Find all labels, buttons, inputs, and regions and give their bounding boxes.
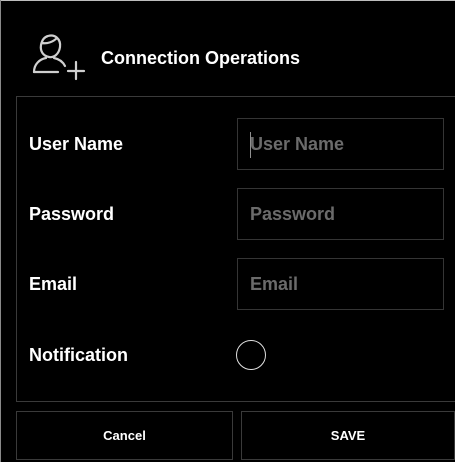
password-label: Password (29, 204, 115, 224)
username-label: User Name (29, 134, 124, 154)
text-cursor (250, 132, 251, 158)
connection-operations-dialog: Connection Operations User Name Password… (0, 0, 455, 462)
user-add-icon (32, 34, 86, 81)
email-label: Email (29, 274, 78, 294)
dialog-header: Connection Operations (0, 0, 455, 96)
cancel-button[interactable]: Cancel (16, 411, 233, 460)
save-button[interactable]: SAVE (241, 411, 455, 460)
password-input[interactable] (237, 188, 444, 240)
notification-label: Notification (29, 345, 128, 365)
dialog-title: Connection Operations (101, 48, 301, 68)
username-input[interactable] (237, 118, 444, 170)
email-input[interactable] (237, 258, 444, 310)
notification-radio[interactable] (236, 340, 266, 370)
